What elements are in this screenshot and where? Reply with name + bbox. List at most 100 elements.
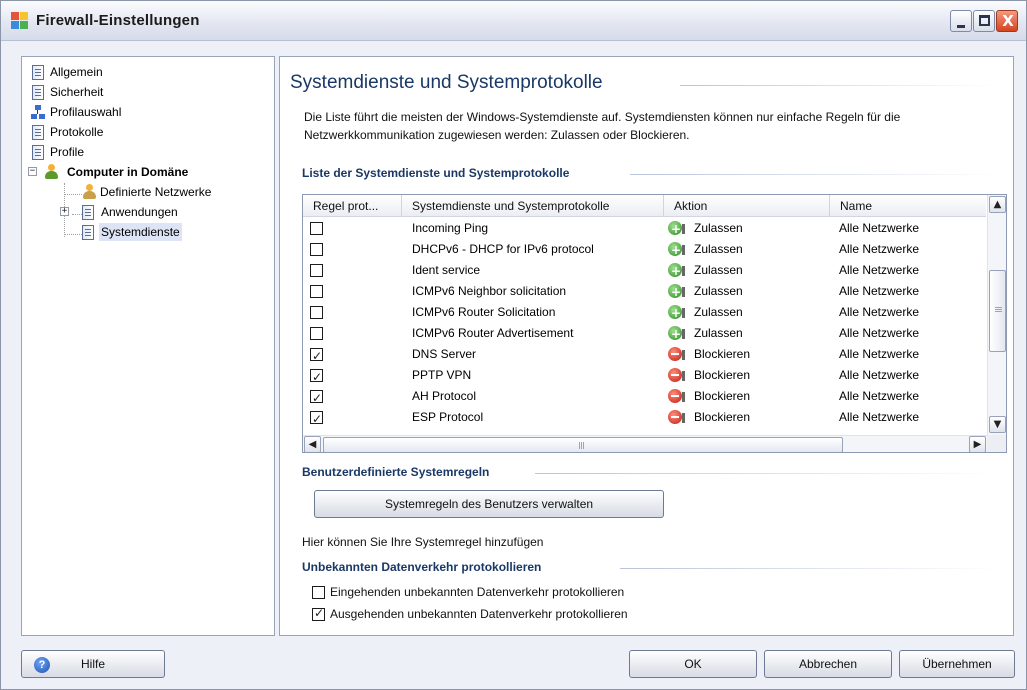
log-incoming-checkbox[interactable] (312, 586, 325, 599)
network-icon (31, 105, 45, 119)
close-button[interactable]: X (996, 10, 1018, 32)
firewall-settings-window: Firewall-Einstellungen X Allgemein Siche… (0, 0, 1027, 690)
action-label: Zulassen (694, 221, 743, 235)
log-incoming-option[interactable]: Eingehenden unbekannten Datenverkehr pro… (312, 585, 692, 601)
log-outgoing-checkbox[interactable]: ✓ (312, 606, 325, 621)
scroll-right-button[interactable]: ▶ (969, 436, 986, 452)
horizontal-scrollbar[interactable]: ◀ ▶ (303, 435, 987, 452)
window-title: Firewall-Einstellungen (36, 12, 200, 29)
table-row[interactable]: ICMPv6 Router Solicitation Zulassen Alle N… (303, 302, 986, 324)
sidebar-item-sicherheit[interactable]: Sicherheit (32, 83, 262, 101)
sidebar-item-protokolle[interactable]: Protokolle (32, 123, 262, 141)
table-row[interactable]: ✓ DNS Server Blockieren Alle Netzwerke (303, 344, 986, 365)
services-list[interactable]: Regel prot... Systemdienste und Systempr… (302, 194, 1007, 453)
sidebar-item-label: Profile (50, 145, 85, 159)
network-name-cell: Alle Netzwerke (839, 410, 920, 424)
network-name-cell: Alle Netzwerke (839, 284, 920, 298)
sidebar-item-allgemein[interactable]: Allgemein (32, 63, 262, 81)
allow-icon (668, 219, 685, 240)
scrollbar-corner (987, 435, 1006, 452)
vertical-scrollbar[interactable]: ▲ ▼ (987, 195, 1006, 435)
network-name-cell: Alle Netzwerke (839, 347, 920, 361)
table-row[interactable]: Ident service Zulassen Alle Netzwerke (303, 260, 986, 282)
action-cell[interactable]: Zulassen (663, 239, 829, 261)
action-label: Zulassen (694, 326, 743, 340)
sidebar-item-computer-in-domaene[interactable]: − Computer in Domäne (28, 163, 262, 181)
sidebar-item-definierte-netzwerke[interactable]: Definierte Netzwerke (82, 183, 262, 201)
document-icon (82, 225, 94, 240)
action-cell[interactable]: Blockieren (663, 344, 829, 365)
maximize-icon (979, 15, 990, 26)
action-cell[interactable]: Zulassen (663, 218, 829, 240)
table-row[interactable]: ICMPv6 Neighbor solicitation Zulassen Alle… (303, 281, 986, 303)
service-name-cell: ICMPv6 Neighbor solicitation (412, 284, 567, 298)
service-name-cell: ICMPv6 Router Advertisement (412, 326, 574, 340)
table-row[interactable]: ✓ PPTP VPN Blockieren Alle Netzwerke (303, 365, 986, 386)
rule-log-checkbox[interactable] (310, 222, 323, 235)
rule-log-checkbox[interactable] (310, 264, 323, 277)
scroll-up-button[interactable]: ▲ (989, 196, 1006, 213)
maximize-button[interactable] (973, 10, 995, 32)
collapse-toggle[interactable]: − (28, 167, 37, 176)
network-name-cell: Alle Netzwerke (839, 221, 920, 235)
action-label: Blockieren (694, 389, 751, 403)
table-row[interactable]: ICMPv6 Router Advertisement Zulassen Alle … (303, 323, 986, 345)
rule-log-checkbox[interactable]: ✓ (310, 369, 323, 384)
log-outgoing-option[interactable]: ✓ Ausgehenden unbekannten Datenverkehr p… (312, 606, 692, 623)
content-panel: Systemdienste und Systemprotokolle Die L… (279, 56, 1014, 636)
sidebar-item-profile[interactable]: Profile (32, 143, 262, 161)
ok-button[interactable]: OK (629, 650, 757, 678)
table-row[interactable]: Incoming Ping Zulassen Alle Netzwerke (303, 218, 986, 240)
action-cell[interactable]: Zulassen (663, 302, 829, 324)
block-icon (668, 347, 685, 362)
network-user-icon (82, 184, 96, 200)
manage-system-rules-button[interactable]: Systemregeln des Benutzers verwalten (314, 490, 664, 518)
rule-log-checkbox[interactable]: ✓ (310, 390, 323, 405)
rule-log-checkbox[interactable] (310, 327, 323, 340)
table-row[interactable]: DHCPv6 - DHCP for IPv6 protocol Zulassen A… (303, 239, 986, 261)
rule-log-checkbox[interactable]: ✓ (310, 348, 323, 363)
scroll-down-button[interactable]: ▼ (989, 416, 1006, 433)
vertical-scroll-thumb[interactable] (989, 270, 1006, 352)
cancel-button[interactable]: Abbrechen (764, 650, 892, 678)
rule-log-checkbox[interactable]: ✓ (310, 411, 323, 426)
action-cell[interactable]: Zulassen (663, 323, 829, 345)
horizontal-scroll-thumb[interactable] (323, 437, 843, 452)
page-description: Die Liste führt die meisten der Windows-… (304, 110, 901, 142)
column-header-name[interactable]: Name (829, 195, 986, 217)
scroll-left-button[interactable]: ◀ (304, 436, 321, 452)
title-divider (680, 85, 1000, 86)
sidebar-item-profilauswahl[interactable]: Profilauswahl (31, 103, 262, 121)
column-header-rule-log[interactable]: Regel prot... (303, 195, 401, 217)
expand-toggle[interactable]: + (60, 207, 69, 216)
apply-button[interactable]: Übernehmen (899, 650, 1015, 678)
action-cell[interactable]: Zulassen (663, 281, 829, 303)
tree-connector (64, 234, 82, 235)
action-cell[interactable]: Blockieren (663, 386, 829, 407)
action-label: Zulassen (694, 242, 743, 256)
table-row[interactable]: ✓ ESP Protocol Blockieren Alle Netzwerke (303, 407, 986, 428)
table-row[interactable]: ✓ AH Protocol Blockieren Alle Netzwerke (303, 386, 986, 407)
block-icon (668, 410, 685, 425)
network-name-cell: Alle Netzwerke (839, 368, 920, 382)
action-cell[interactable]: Blockieren (663, 365, 829, 386)
service-name-cell: Incoming Ping (412, 221, 489, 235)
close-icon: X (1002, 12, 1014, 30)
action-cell[interactable]: Zulassen (663, 260, 829, 282)
rule-log-checkbox[interactable] (310, 285, 323, 298)
rule-log-checkbox[interactable] (310, 243, 323, 256)
minimize-button[interactable] (950, 10, 972, 32)
document-icon (32, 125, 44, 140)
help-button[interactable]: ? Hilfe (21, 650, 165, 678)
sidebar-item-systemdienste[interactable]: Systemdienste (82, 223, 262, 241)
custom-rules-heading: Benutzerdefinierte Systemregeln (302, 465, 490, 479)
user-icon (44, 164, 58, 180)
tree-connector (64, 194, 82, 195)
title-bar[interactable]: Firewall-Einstellungen X (1, 1, 1026, 41)
sidebar-item-anwendungen[interactable]: + Anwendungen (60, 203, 260, 221)
custom-rules-hint: Hier können Sie Ihre Systemregel hinzufü… (302, 535, 544, 549)
column-header-service[interactable]: Systemdienste und Systemprotokolle (401, 195, 663, 217)
action-cell[interactable]: Blockieren (663, 407, 829, 428)
column-header-action[interactable]: Aktion (663, 195, 829, 217)
rule-log-checkbox[interactable] (310, 306, 323, 319)
